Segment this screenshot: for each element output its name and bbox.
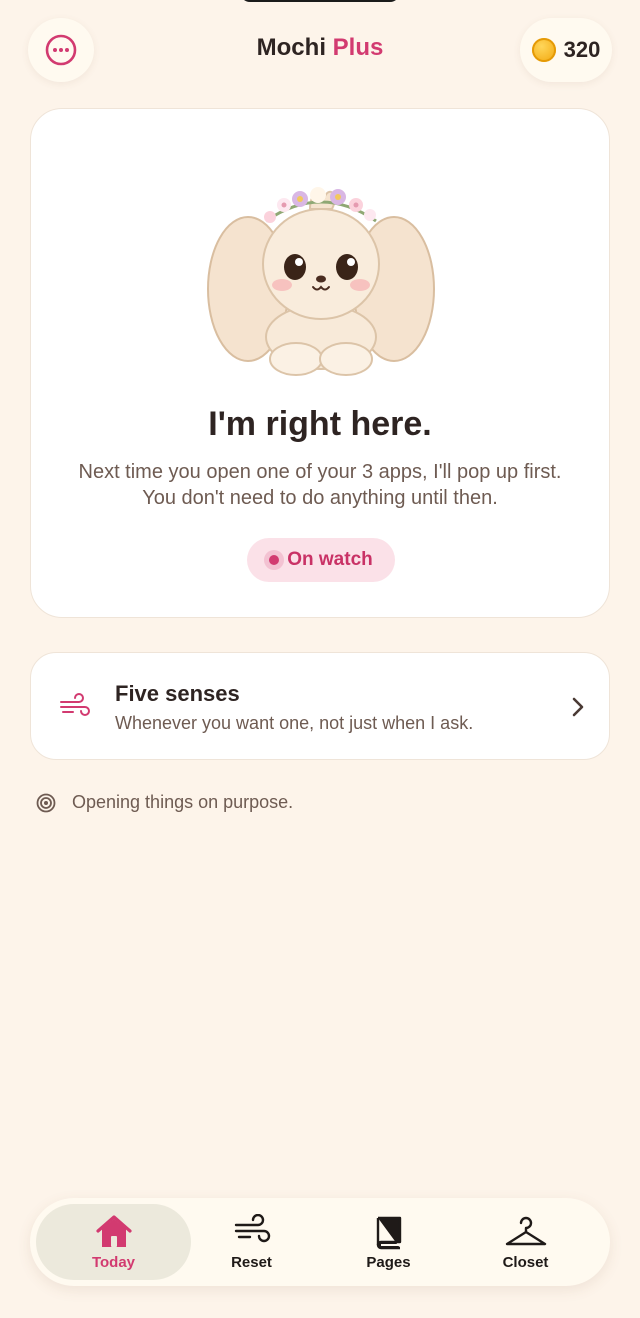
- wind-icon: [234, 1214, 270, 1243]
- status-description: Next time you open one of your 3 apps, I…: [78, 461, 562, 509]
- device-notch: [240, 0, 400, 2]
- coin-balance-button[interactable]: 320: [520, 18, 612, 82]
- target-icon: [36, 793, 56, 812]
- app-title-plus: Plus: [332, 34, 384, 61]
- five-senses-subtitle: Whenever you want one, not just when I a…: [115, 713, 474, 733]
- five-senses-title: Five senses: [115, 681, 240, 706]
- tab-today[interactable]: Today: [36, 1204, 191, 1280]
- bunny-mascot-illustration: [207, 187, 435, 376]
- intent-line: Opening things on purpose.: [36, 792, 293, 813]
- status-badge-label: On watch: [287, 549, 373, 570]
- tab-pages[interactable]: Pages: [311, 1204, 466, 1280]
- wind-icon: [60, 693, 90, 716]
- five-senses-card[interactable]: Five senses Whenever you want one, not j…: [30, 652, 610, 760]
- intent-text: Opening things on purpose.: [72, 792, 294, 812]
- tab-today-label: Today: [91, 1254, 136, 1271]
- tab-reset[interactable]: Reset: [174, 1204, 329, 1280]
- tab-reset-label: Reset: [231, 1254, 272, 1271]
- status-badge: On watch: [247, 538, 395, 582]
- bottom-tab-bar: Today Reset Pages Closet: [30, 1198, 610, 1286]
- status-dot-icon: [269, 555, 280, 565]
- coin-count: 320: [563, 37, 601, 62]
- coin-icon: [531, 38, 556, 62]
- home-icon: [95, 1215, 132, 1247]
- tab-pages-label: Pages: [366, 1254, 411, 1271]
- status-card: I'm right here. Next time you open one o…: [30, 108, 610, 618]
- app-title-brand: Mochi: [256, 34, 326, 61]
- tab-closet-label: Closet: [502, 1254, 549, 1271]
- chevron-right-icon: [572, 697, 584, 717]
- status-headline: I'm right here.: [208, 405, 432, 443]
- tab-closet[interactable]: Closet: [448, 1204, 603, 1280]
- hanger-icon: [505, 1216, 546, 1246]
- book-icon: [376, 1216, 401, 1250]
